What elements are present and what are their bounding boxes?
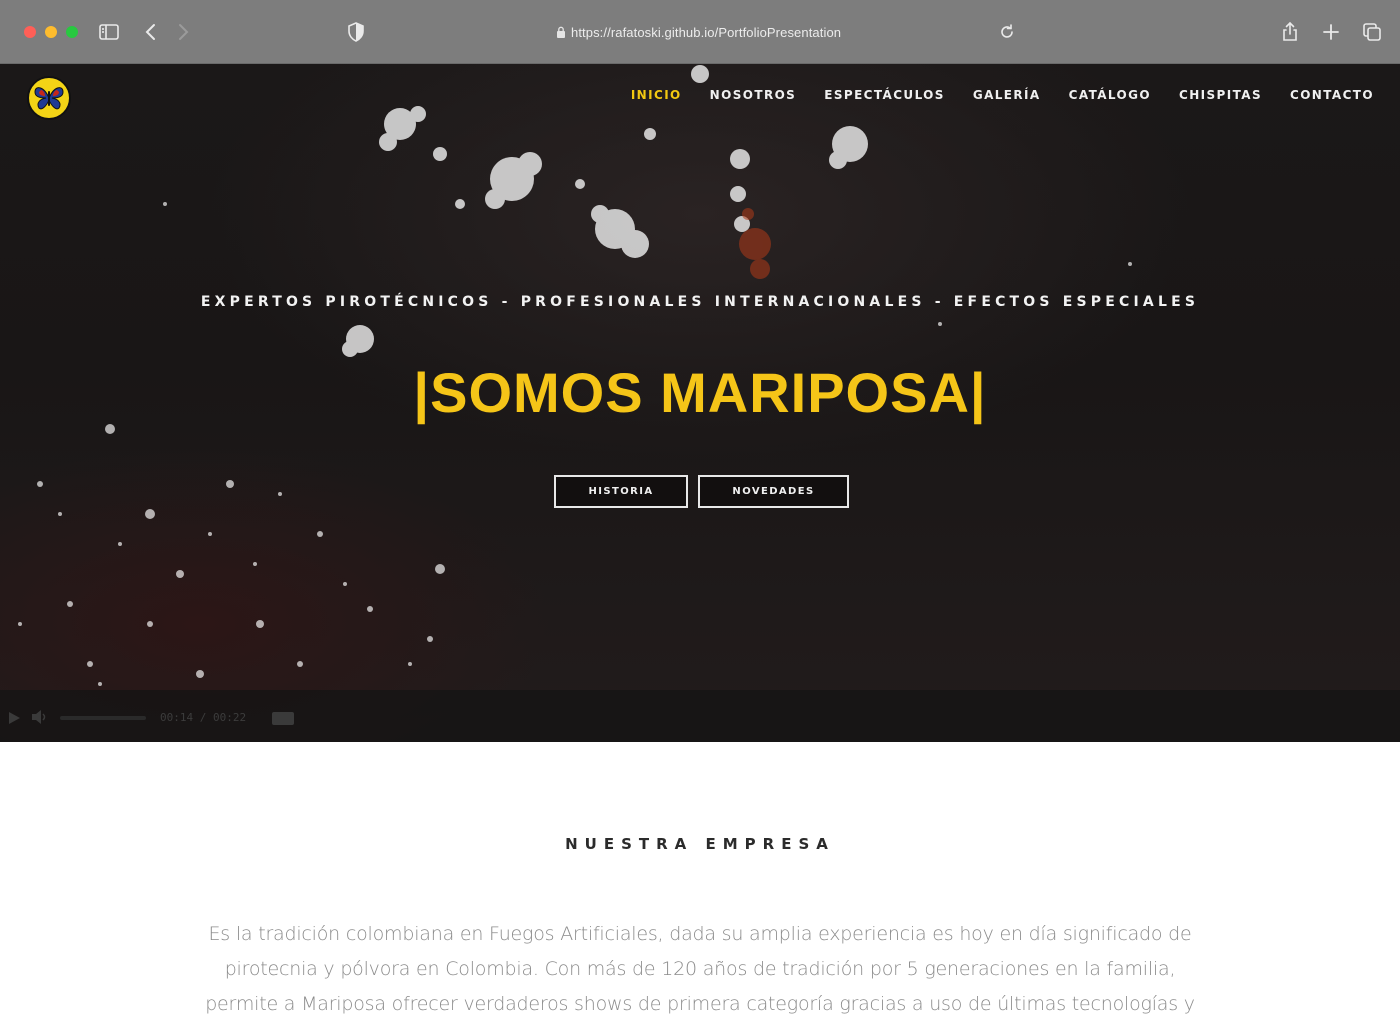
video-time: 00:14 / 00:22 [160,711,247,724]
shield-icon[interactable] [344,20,368,44]
novedades-button[interactable]: NOVEDADES [698,475,849,508]
video-progress-bar[interactable] [60,716,146,720]
nav-item-nosotros[interactable]: NOSOTROS [710,88,797,102]
lock-icon [557,26,565,38]
butterfly-icon [34,87,64,110]
mariposa-logo[interactable] [27,76,71,120]
nav-item-chispitas[interactable]: CHISPITAS [1179,88,1262,102]
captions-icon[interactable] [272,712,294,725]
main-navigation: INICIO NOSOTROS ESPECTÁCULOS GALERÍA CAT… [631,88,1374,102]
url-text: https://rafatoski.github.io/PortfolioPre… [571,24,842,40]
new-tab-icon[interactable] [1319,20,1343,44]
maximize-window-button[interactable] [66,26,78,38]
section-body: Es la tradición colombiana en Fuegos Art… [205,923,1195,1015]
play-icon[interactable] [9,712,20,724]
reload-icon[interactable] [995,20,1019,44]
forward-icon[interactable] [171,20,195,44]
nav-item-galeria[interactable]: GALERÍA [973,88,1041,102]
nav-item-inicio[interactable]: INICIO [631,88,682,102]
nav-item-espectaculos[interactable]: ESPECTÁCULOS [824,88,945,102]
back-icon[interactable] [139,20,163,44]
browser-toolbar: https://rafatoski.github.io/PortfolioPre… [0,0,1400,64]
address-bar[interactable]: https://rafatoski.github.io/PortfolioPre… [556,22,841,42]
company-section: NUESTRA EMPRESA Es la tradición colombia… [0,742,1400,1016]
minimize-window-button[interactable] [45,26,57,38]
nav-item-contacto[interactable]: CONTACTO [1290,88,1374,102]
hero-tagline: EXPERTOS PIROTÉCNICOS - PROFESIONALES IN… [200,294,1200,310]
nav-item-catalogo[interactable]: CATÁLOGO [1069,88,1151,102]
close-window-button[interactable] [24,26,36,38]
volume-icon[interactable] [32,710,48,724]
share-icon[interactable] [1278,20,1302,44]
hero-headline: |SOMOS MARIPOSA| [413,361,987,424]
hero-buttons: HISTORIA NOVEDADES [554,475,849,508]
hero-section: INICIO NOSOTROS ESPECTÁCULOS GALERÍA CAT… [0,64,1400,742]
tabs-icon[interactable] [1360,20,1384,44]
sidebar-icon[interactable] [97,20,121,44]
video-controls: 00:14 / 00:22 [0,690,1400,742]
historia-button[interactable]: HISTORIA [554,475,688,508]
section-title: NUESTRA EMPRESA [565,835,835,853]
